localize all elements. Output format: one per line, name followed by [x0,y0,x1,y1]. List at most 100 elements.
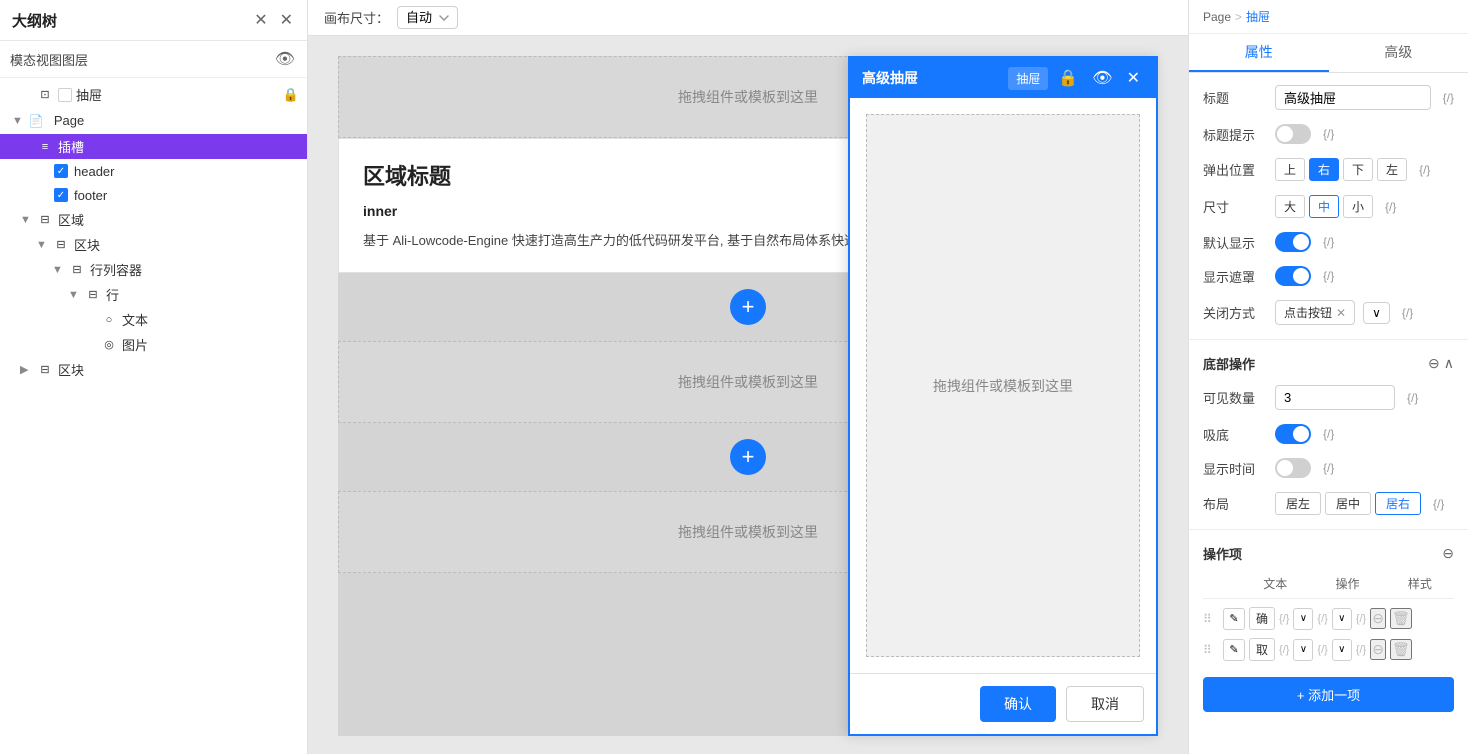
ops-chevron-1a[interactable]: ∨ [1293,608,1313,630]
ops-add-icon-2[interactable]: ⊖ [1370,639,1386,660]
ops-edit-btn-1[interactable]: ✎ [1223,608,1245,630]
ops-drag-icon-1[interactable]: ⠿ [1203,612,1219,626]
left-panel-header-icons: ✕ ✕ [252,8,295,32]
drawer-confirm-btn[interactable]: 确认 [980,686,1056,722]
tab-advanced[interactable]: 高级 [1329,34,1468,72]
add-component-btn-1[interactable]: + [730,289,766,325]
prop-sticky-toggle[interactable] [1275,424,1311,444]
ops-drag-icon-2[interactable]: ⠿ [1203,643,1219,657]
drawer-drop-zone[interactable]: 拖拽组件或模板到这里 [866,114,1140,657]
chou-label: 抽屉 [76,85,283,104]
bottom-ops-settings-icon[interactable]: ⊖ [1428,355,1440,372]
tree-item-area[interactable]: ▼ ⊟ 区域 [0,207,307,232]
area-expand: ▼ [20,214,36,226]
drawer-lock-icon[interactable]: 🔒 [1054,66,1082,90]
header-checkbox[interactable]: ✓ [54,164,68,178]
prop-sticky-label: 吸底 [1203,425,1267,444]
prop-title-row: 标题 {/} [1203,85,1454,110]
tree-item-block1[interactable]: ▼ ⊟ 区块 [0,232,307,257]
drawer-type-btn[interactable]: 抽屉 [1008,67,1048,90]
drawer-cancel-btn[interactable]: 取消 [1066,686,1144,722]
tree-item-cursor[interactable]: ⊡ 抽屉 🔒 [0,82,307,107]
size-mid-btn[interactable]: 中 [1309,195,1339,218]
bottom-ops-section-header: 底部操作 ⊖ ∧ [1203,354,1454,373]
ops-chevron-2a[interactable]: ∨ [1293,639,1313,661]
pos-left-btn[interactable]: 左 [1377,158,1407,181]
ops-chevron-2b[interactable]: ∨ [1332,639,1352,661]
pos-bottom-btn[interactable]: 下 [1343,158,1373,181]
footer-checkbox[interactable]: ✓ [54,188,68,202]
prop-tip-code-btn[interactable]: {/} [1323,127,1334,141]
prop-visible-count-code-btn[interactable]: {/} [1407,391,1418,405]
ops-header-text: 文本 [1241,575,1309,592]
action-items-title: 操作项 [1203,544,1242,563]
prop-show-mask-toggle[interactable] [1275,266,1311,286]
prop-size-options: 大 中 小 [1275,195,1373,218]
prop-default-show-toggle[interactable] [1275,232,1311,252]
prop-title-label: 标题 [1203,88,1267,107]
canvas-size-select[interactable]: 自动 [397,6,458,29]
prop-show-mask-code-btn[interactable]: {/} [1323,269,1334,283]
add-item-btn[interactable]: + 添加一项 [1203,677,1454,712]
prop-title-input[interactable] [1275,85,1431,110]
left-panel-title: 大纲树 [12,10,57,31]
tree-item-text[interactable]: ○ 文本 [0,307,307,332]
prop-tip-toggle[interactable] [1275,124,1311,144]
layout-left-btn[interactable]: 居左 [1275,492,1321,515]
tree-item-footer[interactable]: ✓ footer [0,183,307,207]
breadcrumb-parent: Page [1203,10,1231,24]
size-small-btn[interactable]: 小 [1343,195,1373,218]
prop-sticky-code-btn[interactable]: {/} [1323,427,1334,441]
add-component-btn-2[interactable]: + [730,439,766,475]
prop-show-time-code-btn[interactable]: {/} [1323,461,1334,475]
prop-close-dropdown-btn[interactable]: ∨ [1363,302,1390,324]
ops-delete-icon-2[interactable]: 🗑 [1390,639,1412,660]
ops-add-icon-1[interactable]: ⊖ [1370,608,1386,629]
prop-close-code-btn[interactable]: {/} [1402,306,1413,320]
prop-visible-count-input[interactable] [1275,385,1395,410]
close-tag-remove-icon[interactable]: ✕ [1336,306,1346,320]
pos-right-btn[interactable]: 右 [1309,158,1339,181]
tab-attrs[interactable]: 属性 [1189,34,1329,72]
row-label: 行 [106,285,299,304]
tree-item-row[interactable]: ▼ ⊟ 行 [0,282,307,307]
prop-pos-code-btn[interactable]: {/} [1419,163,1430,177]
tree-item-header[interactable]: ✓ header [0,159,307,183]
action-items-settings-icon[interactable]: ⊖ [1442,545,1454,562]
area-icon: ⊟ [36,211,54,229]
drawer-close-icon[interactable]: ✕ [1123,66,1144,90]
breadcrumb-current: 抽屉 [1246,8,1270,25]
unlink-icon[interactable]: ✕ [252,8,269,32]
row-expand: ▼ [68,289,84,301]
page-expand: ▼ [12,115,23,127]
image-icon: ◎ [100,336,118,354]
size-large-btn[interactable]: 大 [1275,195,1305,218]
close-panel-icon[interactable]: ✕ [278,8,295,32]
tree-item-block2[interactable]: ▶ ⊟ 区块 [0,357,307,382]
prop-default-show-code-btn[interactable]: {/} [1323,235,1334,249]
ops-chevron-1b[interactable]: ∨ [1332,608,1352,630]
layout-right-btn[interactable]: 居右 [1375,492,1421,515]
bottom-ops-collapse-btn[interactable]: ∧ [1444,355,1454,372]
slot-icon: ≡ [36,138,54,156]
tree-item-image[interactable]: ◎ 图片 [0,332,307,357]
prop-close-tag[interactable]: 点击按钮 ✕ [1275,300,1355,325]
eye-icon[interactable]: 👁 [273,47,297,71]
tree-item-row-container[interactable]: ▼ ⊟ 行列容器 [0,257,307,282]
prop-show-time-toggle[interactable] [1275,458,1311,478]
drawer-eye-icon[interactable]: 👁 [1088,66,1116,90]
layout-center-btn[interactable]: 居中 [1325,492,1371,515]
slot-item[interactable]: ≡ 插槽 [0,134,307,159]
chou-checkbox[interactable] [58,88,72,102]
pos-top-btn[interactable]: 上 [1275,158,1305,181]
page-node[interactable]: ▼ 📄 Page [0,107,307,134]
ops-delete-icon-1[interactable]: 🗑 [1390,608,1412,629]
ops-code-2b: {/} [1317,644,1327,656]
text-icon: ○ [100,311,118,329]
prop-layout-code-btn[interactable]: {/} [1433,497,1444,511]
ops-edit-btn-2[interactable]: ✎ [1223,639,1245,661]
prop-title-code-btn[interactable]: {/} [1443,91,1454,105]
prop-size-code-btn[interactable]: {/} [1385,200,1396,214]
ops-code-1a: {/} [1279,613,1289,625]
canvas-scroll[interactable]: 拖拽组件或模板到这里 区域标题 inner 基于 Ali-Lowcode-Eng… [308,36,1188,754]
